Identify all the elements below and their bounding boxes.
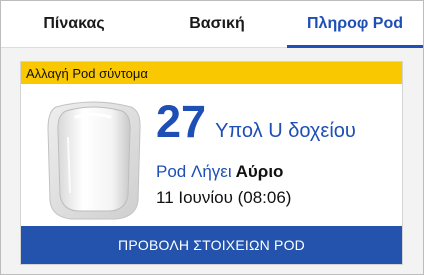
tab-dashboard[interactable]: Πίνακας bbox=[1, 1, 147, 47]
units-remaining-value: 27 bbox=[156, 96, 207, 147]
units-remaining-label: Υπολ U δοχείου bbox=[215, 120, 356, 142]
tab-basal[interactable]: Βασική bbox=[147, 1, 287, 47]
pod-expiry-datetime: 11 Ιουνίου (08:06) bbox=[156, 188, 292, 207]
tab-pod-info[interactable]: Πληροφ Pod bbox=[287, 1, 423, 47]
pod-expiry-when: Αύριο bbox=[235, 162, 284, 181]
pod-expiry-label: Pod Λήγει bbox=[156, 162, 232, 181]
insulin-remaining: 27 Υπολ U δοχείου bbox=[156, 96, 356, 148]
tab-bar: Πίνακας Βασική Πληροφ Pod bbox=[1, 1, 423, 48]
pod-expiry-line: Pod Λήγει Αύριο bbox=[156, 162, 283, 182]
app-frame: Πίνακας Βασική Πληροφ Pod Αλλαγή Pod σύν… bbox=[0, 0, 424, 275]
view-pod-details-button[interactable]: ΠΡΟΒΟΛΗ ΣΤΟΙΧΕΙΩΝ POD bbox=[21, 226, 402, 264]
pod-device-image bbox=[46, 97, 141, 221]
change-pod-warning-banner: Αλλαγή Pod σύντομα bbox=[21, 62, 402, 84]
pod-info-card: Αλλαγή Pod σύντομα 27 Υπολ U δοχείου Pod… bbox=[20, 61, 403, 265]
active-tab-indicator bbox=[287, 45, 423, 48]
